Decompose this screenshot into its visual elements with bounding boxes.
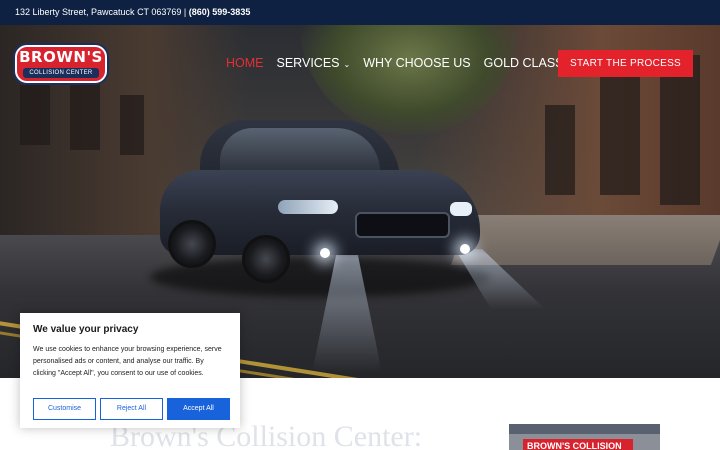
nav-label: HOME [226,56,264,70]
car-wheel [242,235,290,283]
main-nav: HOME SERVICES⌄ WHY CHOOSE US GOLD CLASS ⌄ [226,55,587,71]
nav-label: WHY CHOOSE US [363,56,471,70]
nav-services[interactable]: SERVICES ⌄ [277,56,351,70]
phone-link[interactable]: (860) 599-3835 [189,7,251,17]
logo-name: BROWN'S [19,48,103,66]
car-image [160,120,480,283]
start-process-button[interactable]: START THE PROCESS [558,50,693,77]
fog-light [460,244,470,254]
address-text: 132 Liberty Street, Pawcatuck CT 063769 … [15,7,189,17]
car-wheel [168,220,216,268]
site-logo[interactable]: BROWN'S COLLISION CENTER [15,45,107,83]
logo-subtitle: COLLISION CENTER [23,68,99,78]
cookie-title: We value your privacy [33,324,139,335]
customise-button[interactable]: Customise [33,398,96,420]
cookie-buttons: Customise Reject All Accept All [33,398,234,420]
chevron-down-icon: ⌄ [343,59,351,69]
nav-home[interactable]: HOME [226,56,264,70]
top-info-bar: 132 Liberty Street, Pawcatuck CT 063769 … [0,0,720,25]
shop-photo: BROWN'S COLLISION [509,424,660,450]
reject-all-button[interactable]: Reject All [100,398,163,420]
nav-label: GOLD CLASS [483,56,564,70]
nav-why-choose-us[interactable]: WHY CHOOSE US [363,56,470,70]
cookie-text: We use cookies to enhance your browsing … [33,346,222,377]
car-grille [355,212,450,238]
page: 132 Liberty Street, Pawcatuck CT 063769 … [0,0,720,450]
sidewalk [450,215,720,265]
cookie-consent-banner: We value your privacy We use cookies to … [20,313,240,428]
nav-label: SERVICES [276,56,340,70]
accept-all-button[interactable]: Accept All [167,398,230,420]
fog-light [320,248,330,258]
shop-sign: BROWN'S COLLISION [523,439,633,450]
